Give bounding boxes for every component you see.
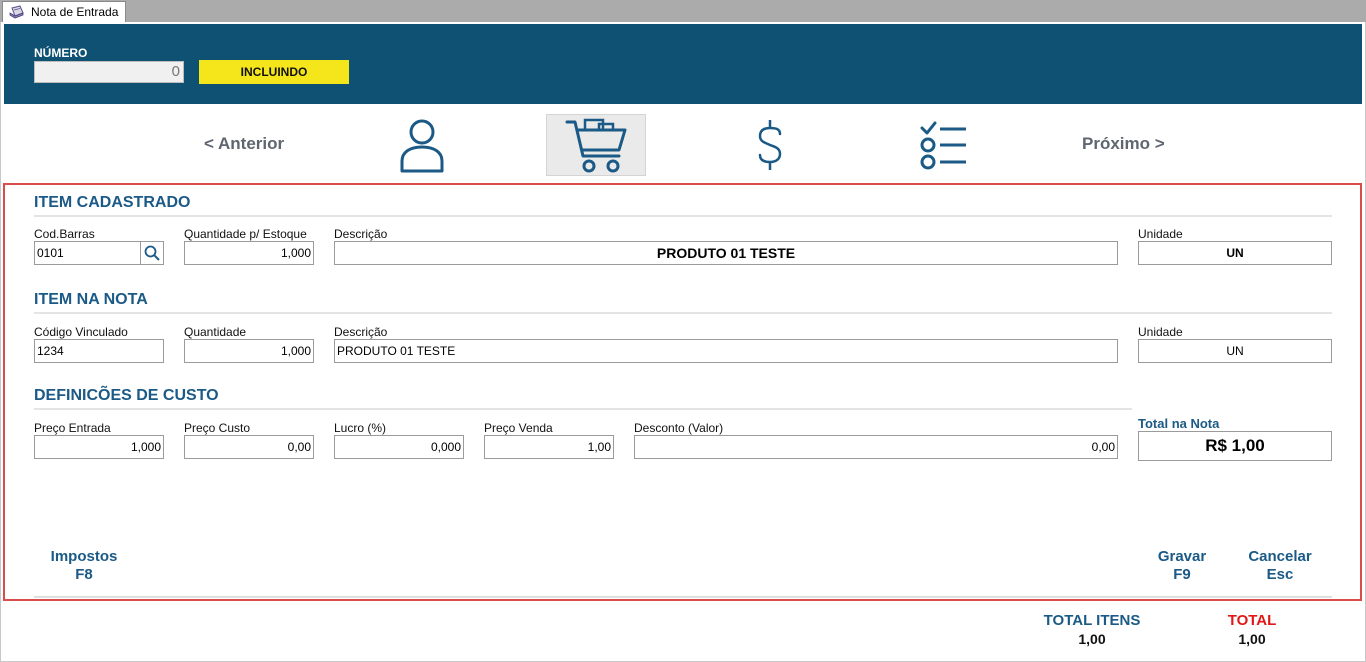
step-revisao[interactable] bbox=[894, 114, 994, 176]
step-financeiro[interactable] bbox=[720, 114, 820, 176]
impostos-label: Impostos bbox=[50, 548, 118, 565]
preco-custo-field[interactable]: 0,00 bbox=[184, 435, 314, 459]
unidade-cadastrado-label: Unidade bbox=[1138, 227, 1183, 241]
preco-entrada-field[interactable]: 1,000 bbox=[34, 435, 164, 459]
descricao-cadastrado-label: Descrição bbox=[334, 227, 388, 241]
footer-divider bbox=[34, 596, 1332, 598]
impostos-shortcut: F8 bbox=[75, 566, 93, 583]
unidade-nota-field[interactable]: UN bbox=[1138, 339, 1332, 363]
preco-custo-label: Preço Custo bbox=[184, 421, 251, 435]
codigo-vinculado-label: Código Vinculado bbox=[34, 325, 128, 339]
gravar-shortcut: F9 bbox=[1173, 566, 1191, 583]
total-itens: TOTAL ITENS 1,00 bbox=[1032, 612, 1152, 648]
total-geral-label: TOTAL bbox=[1227, 612, 1277, 629]
total-itens-label: TOTAL ITENS bbox=[1043, 612, 1141, 629]
impostos-button[interactable]: Impostos F8 bbox=[44, 548, 124, 584]
gravar-button[interactable]: Gravar F9 bbox=[1146, 548, 1218, 584]
step-itens[interactable] bbox=[546, 114, 646, 176]
tab-nota-de-entrada[interactable]: Nota de Entrada bbox=[2, 1, 127, 22]
step-fornecedor[interactable] bbox=[372, 114, 472, 176]
section-divider bbox=[34, 312, 1332, 314]
tab-strip: Nota de Entrada bbox=[0, 0, 1366, 22]
desconto-field[interactable]: 0,00 bbox=[634, 435, 1118, 459]
section-divider bbox=[34, 408, 1132, 410]
total-na-nota-value: R$ 1,00 bbox=[1138, 431, 1332, 461]
numero-field[interactable]: 0 bbox=[34, 61, 184, 83]
cancelar-shortcut: Esc bbox=[1266, 566, 1294, 583]
person-icon bbox=[400, 119, 444, 173]
cancelar-button[interactable]: Cancelar Esc bbox=[1240, 548, 1320, 584]
preco-entrada-label: Preço Entrada bbox=[34, 421, 111, 435]
gravar-label: Gravar bbox=[1157, 548, 1207, 565]
dollar-icon bbox=[758, 120, 782, 170]
header-band: NÚMERO 0 INCLUINDO bbox=[4, 24, 1362, 104]
shopping-cart-icon bbox=[565, 118, 627, 173]
previous-button[interactable]: < Anterior bbox=[204, 134, 284, 154]
descricao-nota-label: Descrição bbox=[334, 325, 388, 339]
section-divider bbox=[34, 215, 1332, 217]
search-icon bbox=[144, 245, 160, 261]
total-na-nota-label: Total na Nota bbox=[1138, 416, 1220, 431]
total-geral: TOTAL 1,00 bbox=[1212, 612, 1292, 648]
lucro-label: Lucro (%) bbox=[334, 421, 387, 435]
unidade-cadastrado-field[interactable]: UN bbox=[1138, 241, 1332, 265]
codigo-vinculado-field[interactable]: 1234 bbox=[34, 339, 164, 363]
status-badge: INCLUINDO bbox=[199, 60, 349, 84]
section-title-custo: DEFINICÕES DE CUSTO bbox=[34, 387, 219, 404]
lucro-field[interactable]: 0,000 bbox=[334, 435, 464, 459]
section-title-item-cadastrado: ITEM CADASTRADO bbox=[34, 194, 191, 211]
tab-label: Nota de Entrada bbox=[31, 5, 119, 19]
descricao-cadastrado-field[interactable]: PRODUTO 01 TESTE bbox=[334, 241, 1118, 265]
search-button[interactable] bbox=[140, 241, 164, 265]
document-form-icon bbox=[9, 5, 24, 19]
quantidade-estoque-field[interactable]: 1,000 bbox=[184, 241, 314, 265]
quantidade-nota-label: Quantidade bbox=[184, 325, 247, 339]
preco-venda-label: Preço Venda bbox=[484, 421, 553, 435]
total-itens-value: 1,00 bbox=[1078, 631, 1106, 647]
desconto-label: Desconto (Valor) bbox=[634, 421, 724, 435]
preco-venda-field[interactable]: 1,00 bbox=[484, 435, 614, 459]
unidade-nota-label: Unidade bbox=[1138, 325, 1183, 339]
cod-barras-label: Cod.Barras bbox=[34, 227, 95, 241]
checklist-icon bbox=[920, 121, 966, 170]
quantidade-estoque-label: Quantidade p/ Estoque bbox=[184, 227, 307, 241]
quantidade-nota-field[interactable]: 1,000 bbox=[184, 339, 314, 363]
section-title-item-na-nota: ITEM NA NOTA bbox=[34, 291, 148, 308]
cancelar-label: Cancelar bbox=[1248, 548, 1312, 565]
numero-label: NÚMERO bbox=[34, 46, 88, 60]
descricao-nota-field[interactable]: PRODUTO 01 TESTE bbox=[334, 339, 1118, 363]
cod-barras-field[interactable]: 0101 bbox=[34, 241, 141, 265]
next-button[interactable]: Próximo > bbox=[1082, 134, 1165, 154]
total-geral-value: 1,00 bbox=[1238, 631, 1266, 647]
